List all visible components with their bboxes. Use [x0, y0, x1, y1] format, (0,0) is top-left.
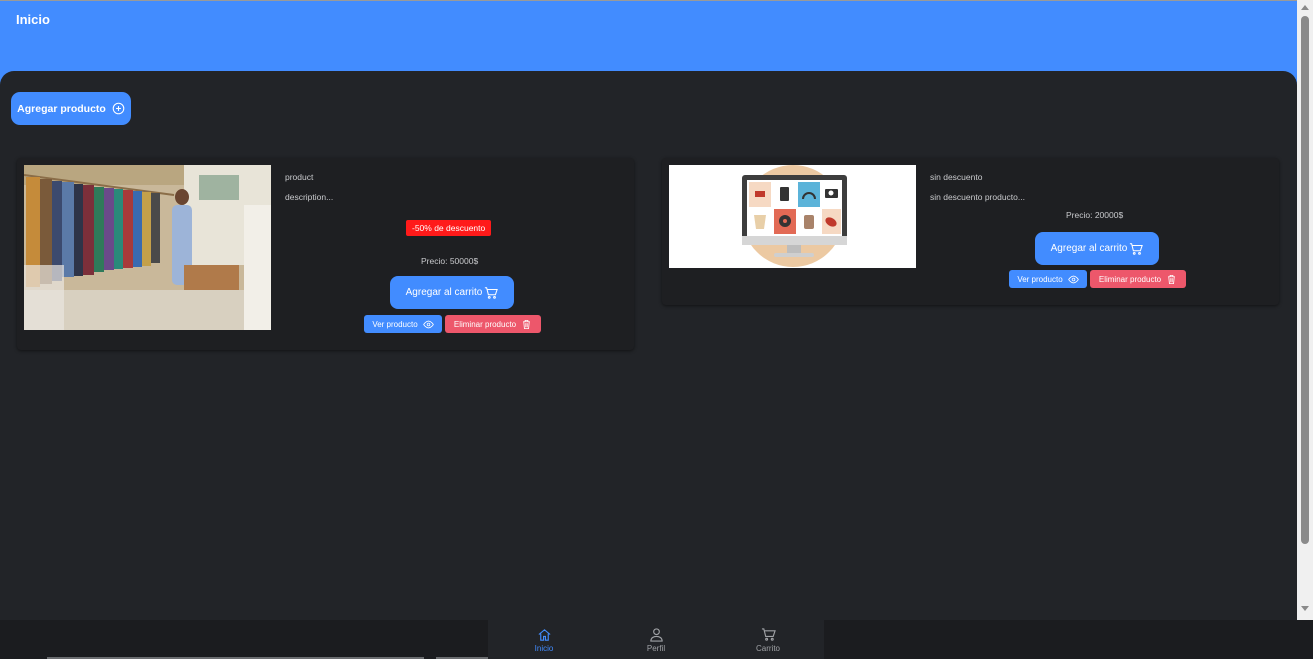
tab-label: Inicio — [534, 643, 554, 653]
tab-bar: Inicio Perfil Carrito — [488, 620, 824, 659]
product-info: product description... -50% de descuento… — [285, 172, 619, 333]
trash-icon — [523, 319, 531, 329]
view-product-label: Ver producto — [1017, 274, 1063, 284]
delete-product-button[interactable]: Eliminar producto — [445, 315, 541, 333]
eye-icon — [1067, 275, 1079, 283]
clothing-store-photo — [24, 165, 271, 330]
product-description: description... — [285, 192, 334, 202]
tab-perfil[interactable]: Perfil — [600, 620, 712, 659]
person-icon — [649, 627, 663, 642]
main-content: Agregar producto product description... … — [0, 71, 1297, 620]
product-name: product — [285, 172, 314, 182]
tab-carrito[interactable]: Carrito — [712, 620, 824, 659]
product-description: sin descuento producto... — [930, 192, 1025, 202]
home-icon — [538, 628, 550, 641]
cart-icon — [1130, 242, 1144, 255]
product-price: Precio: 50000$ — [421, 256, 479, 266]
tab-label: Perfil — [646, 643, 666, 653]
add-product-button[interactable]: Agregar producto — [11, 92, 131, 125]
add-to-cart-label: Agregar al carrito — [1050, 243, 1128, 254]
product-info: sin descuento sin descuento producto... … — [930, 172, 1264, 288]
add-product-label: Agregar producto — [17, 102, 106, 115]
add-to-cart-button[interactable]: Agregar al carrito — [390, 276, 514, 309]
page-title: Inicio — [16, 12, 50, 27]
add-to-cart-button[interactable]: Agregar al carrito — [1035, 232, 1159, 265]
scroll-up-arrow-icon[interactable] — [1301, 5, 1309, 10]
product-name: sin descuento — [930, 172, 983, 182]
view-product-button[interactable]: Ver producto — [1009, 270, 1087, 288]
add-circle-icon — [112, 102, 125, 115]
delete-product-label: Eliminar producto — [453, 319, 517, 329]
cart-icon — [761, 627, 776, 641]
discount-badge: -50% de descuento — [406, 220, 492, 236]
add-to-cart-label: Agregar al carrito — [405, 287, 483, 298]
product-image[interactable] — [669, 165, 916, 268]
vertical-scrollbar[interactable] — [1297, 0, 1313, 620]
trash-icon — [1168, 274, 1176, 284]
scroll-thumb[interactable] — [1301, 16, 1309, 544]
cart-icon — [485, 286, 499, 299]
eye-icon — [422, 320, 434, 328]
delete-product-label: Eliminar producto — [1098, 274, 1162, 284]
tab-inicio[interactable]: Inicio — [488, 620, 600, 659]
ecommerce-monitor-illustration — [669, 165, 916, 268]
delete-product-button[interactable]: Eliminar producto — [1090, 270, 1186, 288]
scroll-down-arrow-icon[interactable] — [1301, 606, 1309, 611]
view-product-button[interactable]: Ver producto — [364, 315, 442, 333]
product-price: Precio: 20000$ — [1066, 210, 1124, 220]
product-card: sin descuento sin descuento producto... … — [662, 158, 1279, 305]
product-image[interactable] — [24, 165, 271, 330]
product-card: product description... -50% de descuento… — [17, 158, 634, 350]
tab-label: Carrito — [755, 643, 780, 653]
view-product-label: Ver producto — [372, 319, 418, 329]
